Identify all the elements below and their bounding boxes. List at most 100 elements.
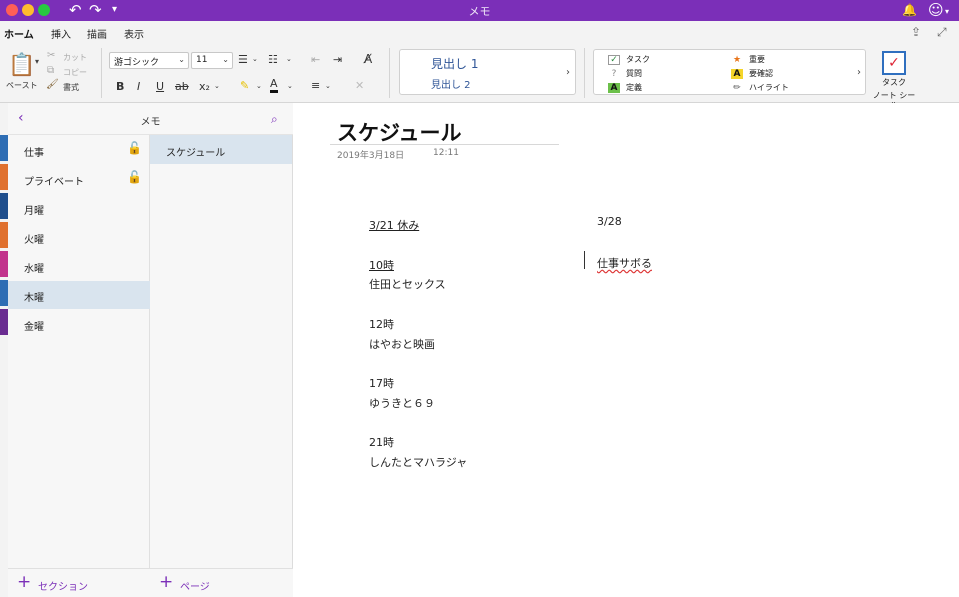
tag-highlight[interactable]: ✏ ハイライト — [731, 82, 789, 93]
tag-definition[interactable]: A 定義 — [608, 82, 642, 93]
text-cursor — [584, 251, 585, 269]
pages-panel — [150, 103, 293, 597]
paste-button[interactable]: ペースト — [6, 80, 38, 91]
add-page-button[interactable]: + ページ — [150, 568, 293, 597]
bullet-list-icon[interactable]: ☰ — [238, 53, 248, 66]
tab-insert[interactable]: 挿入 — [51, 26, 71, 41]
note-line[interactable]: 10時 — [369, 257, 394, 273]
style-heading2[interactable]: 見出し 2 — [431, 76, 471, 91]
task-note-tags-button[interactable]: ✓ タスク ノート シール — [870, 51, 918, 111]
tab-draw[interactable]: 描画 — [87, 26, 107, 41]
plus-icon: + — [159, 572, 174, 592]
chevron-down-icon[interactable]: ⌄ — [286, 55, 292, 63]
tag-important[interactable]: ★ 重要 — [731, 54, 765, 65]
chevron-down-icon[interactable]: ▾ — [945, 3, 949, 21]
tag-question[interactable]: ? 質問 — [608, 68, 642, 79]
align-icon[interactable]: ≡ — [311, 79, 320, 92]
ribbon-tabs: ホーム 挿入 描画 表示 ⇪ ⤢ — [0, 21, 959, 45]
title-bar: ↶ ↷ ▾ メモ 🔔 ☺ ▾ — [0, 0, 959, 21]
section-color-tab — [0, 309, 8, 335]
tag-check[interactable]: A 要確認 — [731, 68, 773, 79]
format-painter-button[interactable]: 書式 — [63, 82, 79, 93]
section-color-tab — [0, 280, 8, 306]
copy-button[interactable]: コピー — [63, 67, 87, 78]
style-heading1[interactable]: 見出し 1 — [431, 55, 478, 72]
task-button-label-1: タスク — [882, 78, 906, 87]
section-label: 仕事 — [24, 148, 44, 159]
underline-icon[interactable]: U — [156, 80, 164, 93]
note-line[interactable]: 21時 — [369, 434, 394, 450]
page-title[interactable]: スケジュール — [337, 117, 462, 147]
note-line[interactable]: 12時 — [369, 316, 394, 332]
chevron-down-icon[interactable]: ⌄ — [287, 82, 293, 90]
subscript-icon[interactable]: x₂ — [199, 80, 210, 93]
font-size-dropdown[interactable]: 11 ⌄ — [191, 52, 233, 69]
title-divider — [330, 144, 559, 145]
chevron-down-icon[interactable]: ⌄ — [325, 82, 331, 90]
numbered-list-icon[interactable]: ☷ — [268, 53, 278, 66]
smiley-feedback-icon[interactable]: ☺ — [928, 1, 944, 19]
highlight-pen-icon: ✏ — [733, 83, 741, 93]
section-item-work[interactable]: 仕事 🔓 — [8, 136, 150, 164]
chevron-down-icon: ⌄ — [222, 55, 229, 64]
divider — [584, 48, 585, 98]
definition-icon: A — [608, 83, 620, 93]
notebook-header: ‹ メモ ⌕ — [8, 103, 293, 135]
chevron-down-icon[interactable]: ⌄ — [256, 82, 262, 90]
page-item-schedule[interactable]: スケジュール — [150, 135, 292, 164]
expand-icon[interactable]: ⤢ — [937, 25, 947, 40]
section-item-friday[interactable]: 金曜 — [8, 310, 150, 338]
note-text: 3/21 休み — [369, 219, 420, 232]
notebook-title[interactable]: メモ — [8, 113, 293, 128]
note-line[interactable]: はやおと映画 — [369, 336, 435, 352]
task-checkbox-icon: ✓ — [882, 51, 906, 75]
section-item-tuesday[interactable]: 火曜 — [8, 223, 150, 251]
chevron-right-icon[interactable]: › — [566, 67, 570, 78]
page-date: 2019年3月18日 — [337, 151, 405, 161]
share-icon[interactable]: ⇪ — [911, 25, 921, 39]
plus-icon: + — [17, 572, 32, 592]
section-label: 火曜 — [24, 235, 44, 246]
search-icon[interactable]: ⌕ — [271, 112, 278, 127]
note-line[interactable]: 住田とセックス — [369, 276, 446, 292]
check-icon: A — [731, 69, 743, 79]
italic-icon[interactable]: I — [137, 80, 140, 93]
section-item-monday[interactable]: 月曜 — [8, 194, 150, 222]
window-title: メモ — [468, 5, 491, 18]
tab-home[interactable]: ホーム — [4, 26, 34, 45]
tab-view[interactable]: 表示 — [124, 26, 144, 41]
font-color-icon[interactable]: A — [270, 78, 278, 93]
highlighter-icon[interactable]: ✎ — [240, 79, 249, 92]
cut-button[interactable]: カット — [63, 52, 87, 63]
font-family-dropdown[interactable]: 游ゴシック ⌄ — [109, 52, 189, 69]
paste-options-chevron-icon[interactable]: ▾ — [35, 57, 39, 66]
tags-gallery[interactable]: ✓ タスク ? 質問 A 定義 ★ 重要 A 要確認 ✏ ハイライト › — [593, 49, 866, 95]
note-line[interactable]: ゆうきと６９ — [369, 395, 435, 411]
chevron-right-icon[interactable]: › — [857, 67, 861, 78]
add-section-button[interactable]: + セクション — [8, 568, 150, 597]
chevron-down-icon[interactable]: ⌄ — [214, 82, 220, 90]
bell-icon[interactable]: 🔔 — [902, 1, 917, 19]
note-line[interactable]: しんたとマハラジャ — [369, 454, 467, 470]
section-item-private[interactable]: プライベート 🔓 — [8, 165, 150, 193]
section-color-tab — [0, 164, 8, 190]
clear-icon[interactable]: ✕ — [355, 79, 364, 92]
bold-icon[interactable]: B — [116, 80, 124, 93]
section-item-thursday[interactable]: 木曜 — [8, 281, 150, 309]
chevron-down-icon[interactable]: ⌄ — [252, 55, 258, 63]
increase-indent-icon[interactable]: ⇥ — [333, 53, 342, 66]
strikethrough-icon[interactable]: ab — [175, 80, 189, 93]
divider — [101, 48, 102, 98]
note-line[interactable]: 3/28 — [597, 215, 622, 228]
star-icon: ★ — [732, 55, 742, 65]
styles-gallery[interactable]: 見出し 1 見出し 2 › — [399, 49, 576, 95]
decrease-indent-icon[interactable]: ⇤ — [311, 53, 320, 66]
note-line[interactable]: 仕事サボる — [597, 255, 652, 271]
tag-task[interactable]: ✓ タスク — [608, 54, 650, 65]
note-line[interactable]: 3/21 休み — [369, 217, 419, 233]
clear-formatting-icon[interactable]: A̸ — [364, 52, 372, 66]
section-item-wednesday[interactable]: 水曜 — [8, 252, 150, 280]
note-line[interactable]: 17時 — [369, 375, 394, 391]
cut-icon: ✂ — [47, 50, 56, 61]
paste-icon[interactable]: 📋 — [8, 53, 35, 78]
